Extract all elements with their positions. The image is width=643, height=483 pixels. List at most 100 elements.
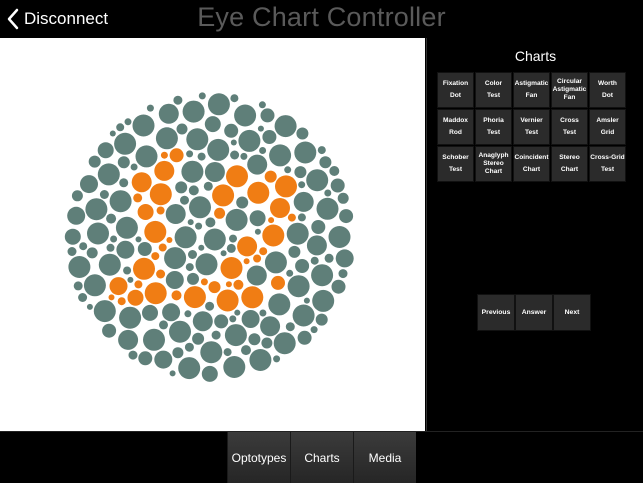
plate-background-dot [319, 156, 332, 169]
plate-background-dot [303, 297, 310, 304]
plate-background-dot [324, 253, 334, 263]
tab-charts[interactable]: Charts [290, 432, 353, 483]
chart-buttons-grid: Fixation Dot Color Test Astigmatic Fan Circ… [437, 72, 629, 183]
plate-background-dot [337, 192, 349, 204]
plate-background-dot [165, 271, 184, 289]
chart-button-phoria-test[interactable]: Phoria Test [475, 109, 512, 145]
top-bar: Disconnect Eye Chart Controller [0, 0, 643, 38]
plate-background-dot [292, 304, 315, 327]
plate-figure-dot [133, 257, 155, 280]
plate-background-dot [241, 310, 260, 328]
chart-button-label: Phoria [483, 116, 504, 124]
chart-button-circular-astigmatic-fan[interactable]: Circular Astigmatic Fan [551, 72, 588, 108]
chart-button-anaglyph-stereo-chart[interactable]: Anaglyph Stereo Chart [475, 146, 512, 182]
plate-background-dot [169, 320, 191, 343]
plate-figure-dot [160, 151, 168, 159]
plate-background-dot [154, 350, 173, 369]
plate-background-dot [138, 351, 153, 366]
plate-background-dot [296, 127, 309, 140]
plate-background-dot [226, 243, 236, 253]
plate-background-dot [73, 281, 83, 291]
chart-button-label: Anaglyph [478, 151, 509, 159]
plate-figure-dot [137, 204, 154, 220]
chart-button-cross-test[interactable]: Cross Test [551, 109, 588, 145]
plate-background-dot [97, 142, 114, 159]
plate-background-dot [114, 132, 137, 155]
plate-background-dot [186, 150, 194, 158]
plate-figure-dot [264, 170, 277, 183]
plate-figure-dot [156, 206, 165, 215]
plate-background-dot [146, 104, 154, 112]
chart-button-label: Amsler [596, 116, 619, 124]
plate-background-dot [97, 163, 120, 186]
plate-background-dot [234, 309, 241, 316]
plate-background-dot [220, 250, 227, 257]
chart-button-amsler-grid[interactable]: Amsler Grid [589, 109, 626, 145]
plate-background-dot [238, 129, 261, 152]
plate-background-dot [204, 162, 225, 182]
plate-background-dot [173, 95, 183, 105]
plate-figure-dot [151, 252, 160, 261]
plate-background-dot [298, 181, 306, 189]
plate-figure-dot [154, 160, 175, 181]
plate-figure-dot [241, 286, 264, 309]
plate-background-dot [207, 93, 230, 116]
plate-background-dot [214, 314, 229, 329]
plate-background-dot [116, 240, 135, 259]
chart-button-astigmatic-fan[interactable]: Astigmatic Fan [513, 72, 550, 108]
answer-button[interactable]: Answer [515, 294, 553, 331]
plate-background-dot [192, 332, 205, 345]
chart-button-fixation-dot[interactable]: Fixation Dot [437, 72, 474, 108]
charts-panel: Charts Fixation Dot Color Test Astigmatic F… [426, 38, 643, 431]
chart-button-label: Schober [442, 153, 469, 161]
plate-background-dot [249, 349, 272, 371]
plate-figure-dot [216, 289, 239, 312]
plate-background-dot [201, 365, 218, 382]
chart-button-stereo-chart[interactable]: Stereo Chart [551, 146, 588, 182]
chart-button-worth-dot[interactable]: Worth Dot [589, 72, 626, 108]
plate-background-dot [117, 156, 130, 169]
chart-button-vernier-test[interactable]: Vernier Test [513, 109, 550, 145]
plate-background-dot [174, 226, 197, 249]
tab-optotypes[interactable]: Optotypes [227, 432, 290, 483]
chart-button-color-test[interactable]: Color Test [475, 72, 512, 108]
plate-background-dot [223, 348, 232, 357]
plate-background-dot [240, 152, 248, 160]
page-title: Eye Chart Controller [197, 2, 446, 32]
plate-background-dot [264, 251, 287, 274]
tab-media[interactable]: Media [353, 432, 416, 483]
plate-background-dot [109, 190, 132, 213]
plate-background-dot [249, 210, 266, 227]
previous-button[interactable]: Previous [477, 294, 515, 331]
plate-background-dot [197, 152, 206, 161]
chart-button-schober-test[interactable]: Schober Test [437, 146, 474, 182]
plate-background-dot [236, 196, 249, 209]
plate-background-dot [211, 330, 221, 340]
plate-background-dot [335, 249, 354, 268]
plate-background-dot [198, 244, 205, 251]
plate-figure-dot [169, 148, 184, 163]
chart-button-label: Cross [560, 116, 579, 124]
chart-button-cross-grid-test[interactable]: Cross-Grid Test [589, 146, 626, 182]
plate-background-dot [285, 322, 295, 332]
chart-button-label: Cross-Grid [590, 153, 625, 161]
next-button[interactable]: Next [553, 294, 591, 331]
plate-background-dot [85, 198, 108, 221]
plate-background-dot [88, 155, 101, 168]
chart-button-sublabel: Dot [602, 92, 613, 99]
plate-background-dot [261, 337, 273, 349]
plate-background-dot [339, 209, 354, 224]
plate-background-dot [230, 94, 239, 103]
plate-background-dot [87, 222, 109, 245]
plate-background-dot [229, 315, 237, 323]
chart-button-coincident-chart[interactable]: Coincident Chart [513, 146, 550, 182]
plate-figure-dot [200, 278, 208, 286]
plate-background-dot [78, 293, 88, 302]
plate-figure-dot [144, 220, 167, 243]
chart-button-maddox-rod[interactable]: Maddox Rod [437, 109, 474, 145]
plate-background-dot [175, 181, 188, 194]
plate-background-dot [143, 328, 165, 351]
plate-background-dot [118, 329, 139, 350]
plate-background-dot [234, 104, 257, 127]
plate-figure-dot [226, 165, 248, 188]
